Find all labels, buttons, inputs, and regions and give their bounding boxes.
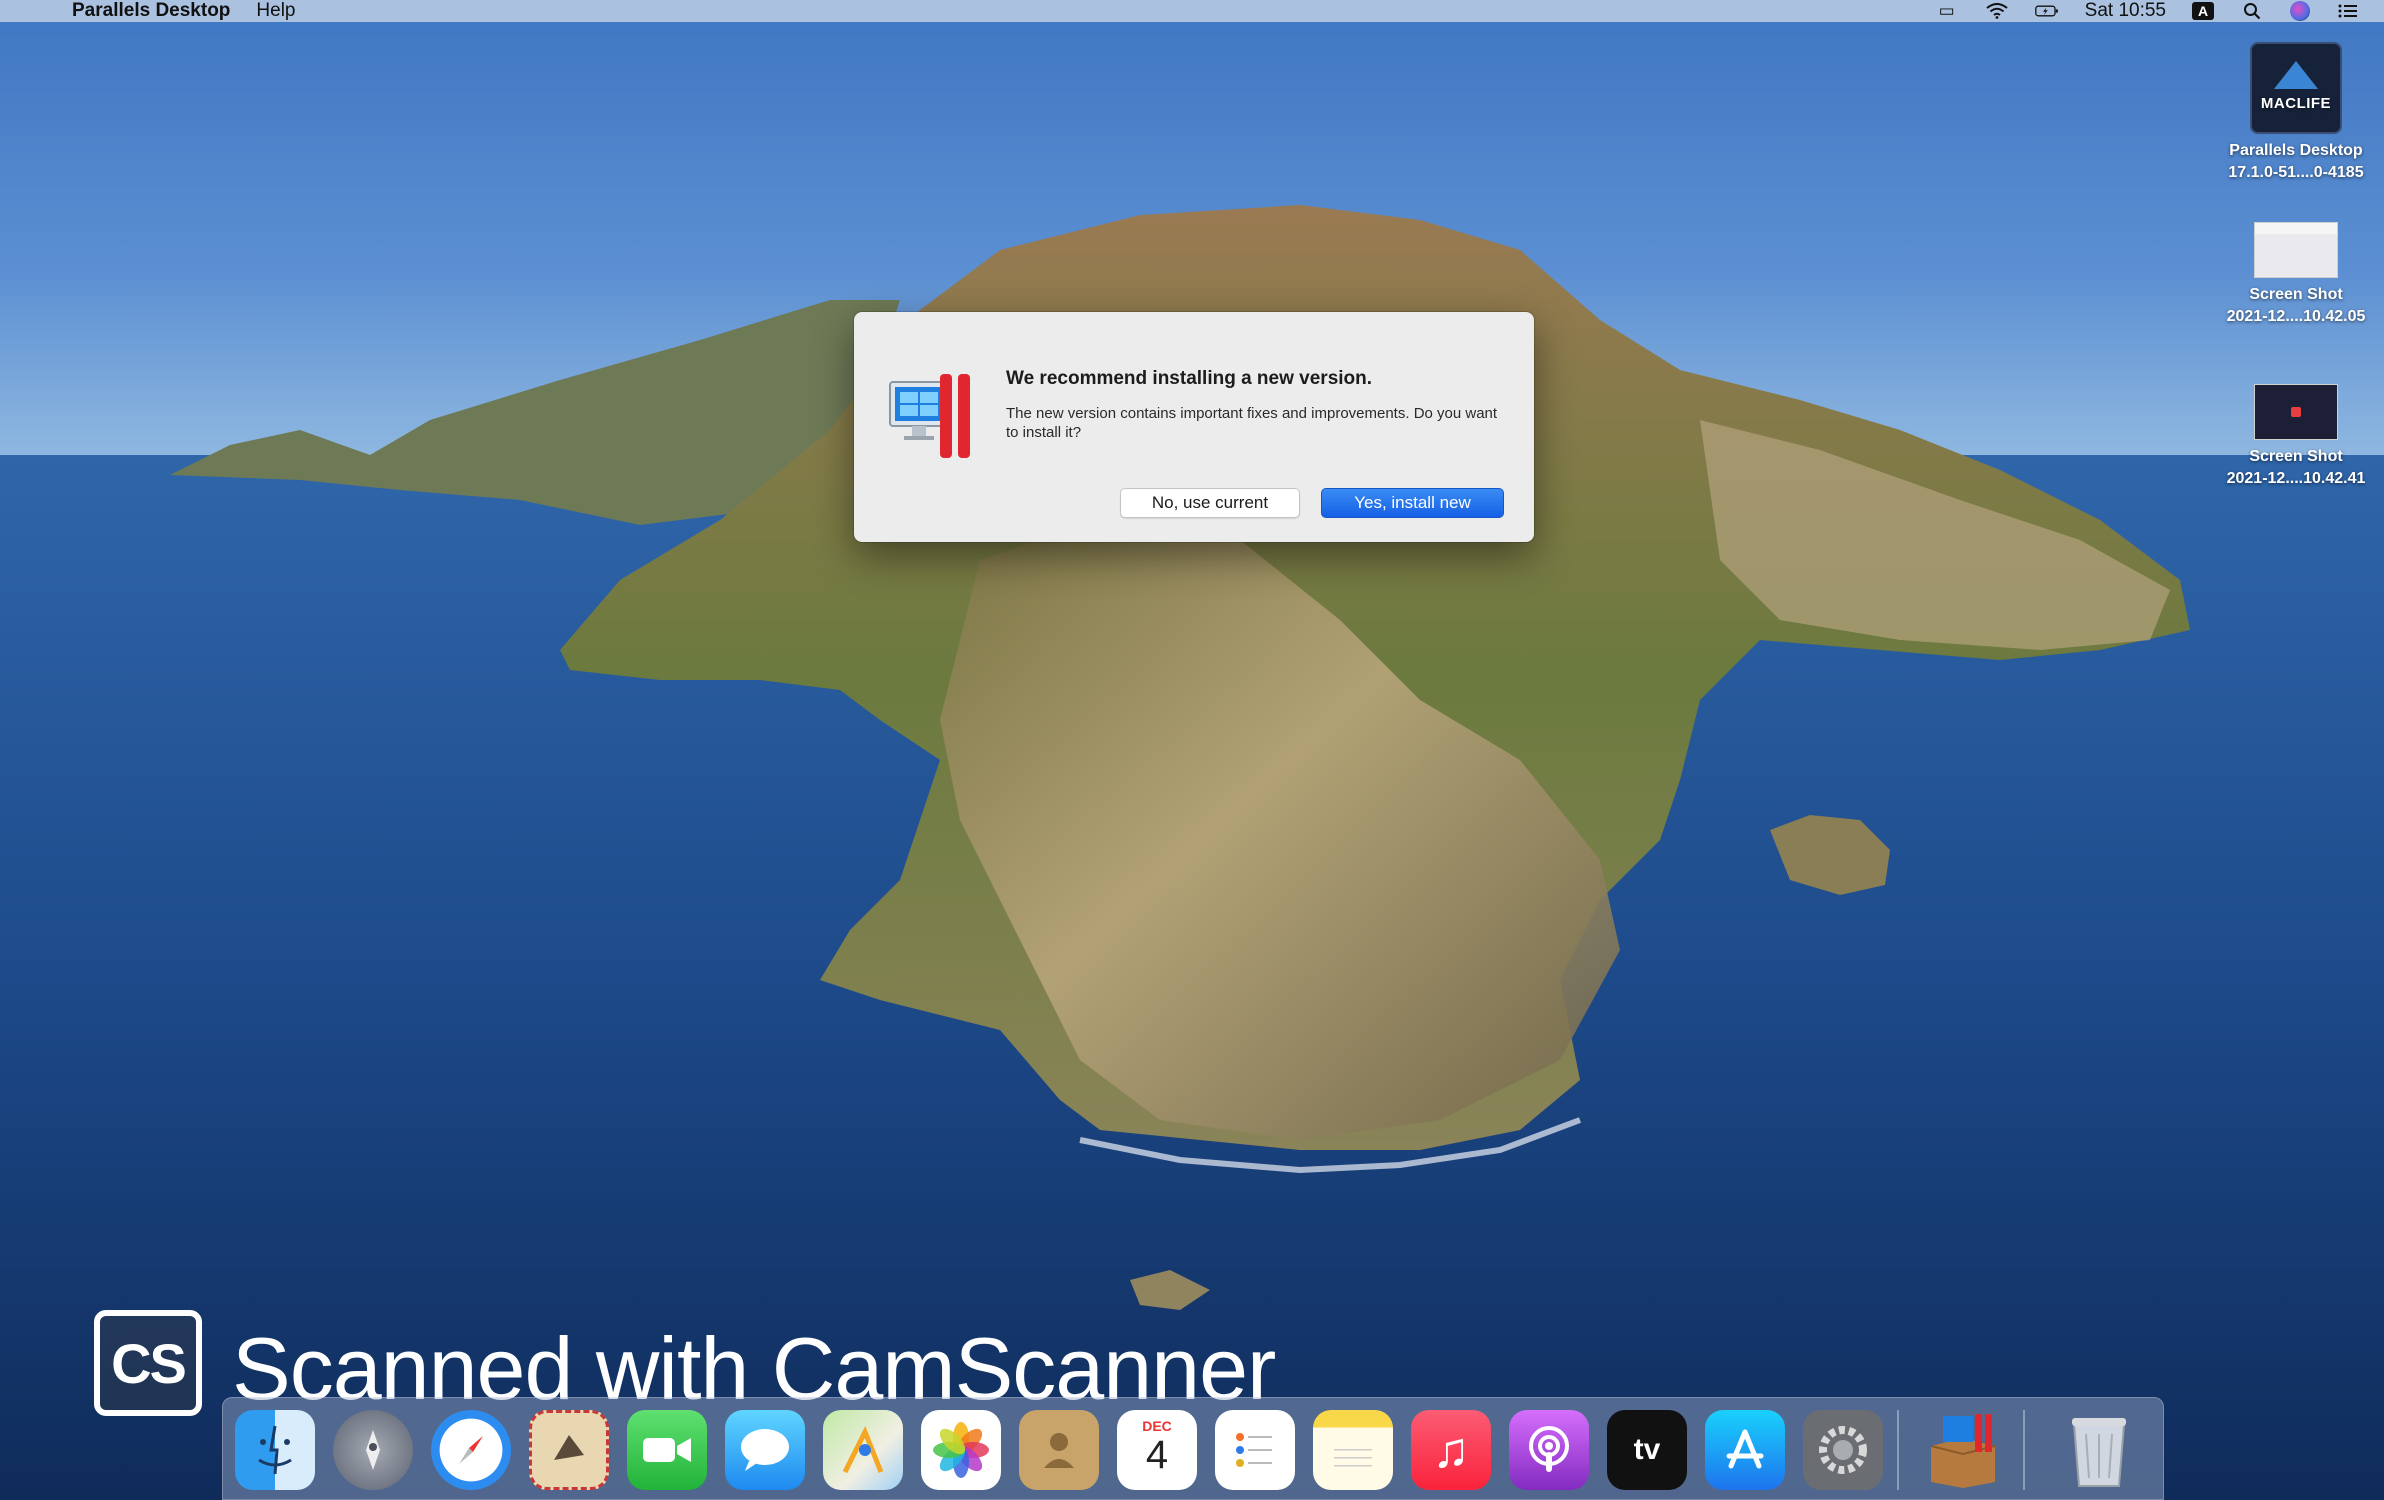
wallpaper-image [0,205,2384,1500]
desktop [0,0,2384,1500]
input-source-icon[interactable]: A [2192,2,2214,20]
messages-icon[interactable] [725,1410,805,1490]
calendar-month: DEC [1142,1418,1172,1434]
menu-clock[interactable]: Sat 10:55 [2085,0,2166,22]
desktop-item-label: Parallels Desktop [2229,142,2363,159]
spotlight-icon[interactable] [2240,2,2264,20]
reminders-icon[interactable] [1215,1410,1295,1490]
desktop-item-screenshot-1[interactable]: Screen Shot 2021-12....10.42.05 [2206,222,2384,328]
desktop-item-sublabel: 2021-12....10.42.05 [2226,308,2366,325]
dialog-message: The new version contains important fixes… [1006,405,1498,441]
screenshot-thumbnail [2254,222,2338,278]
desktop-item-screenshot-2[interactable]: Screen Shot 2021-12....10.42.41 [2206,384,2384,490]
menu-app-name[interactable]: Parallels Desktop [72,0,230,22]
siri-icon[interactable] [2290,1,2310,21]
menu-help[interactable]: Help [256,0,295,22]
calendar-icon[interactable]: DEC 4 [1117,1410,1197,1490]
status-menu-area: ▭ Sat 10:55 A [1935,0,2360,22]
desktop-item-sublabel: 2021-12....10.42.41 [2226,470,2366,487]
airplay-icon[interactable]: ▭ [1935,1,1959,20]
notes-icon[interactable] [1313,1410,1393,1490]
dialog-title: We recommend installing a new version. [1006,368,1373,389]
launchpad-icon[interactable] [333,1410,413,1490]
tv-icon[interactable]: tv [1607,1410,1687,1490]
no-use-current-button[interactable]: No, use current [1120,488,1300,518]
maclife-logo-text: MACLIFE [2260,95,2332,112]
finder-icon[interactable] [235,1410,315,1490]
camscanner-logo-text: CS [111,1331,187,1395]
parallels-installer-icon[interactable] [1923,1410,2003,1490]
yes-install-new-button[interactable]: Yes, install new [1321,488,1504,518]
menu-bar: Parallels Desktop Help ▭ Sat 10:55 A [0,0,2384,22]
app-store-icon[interactable] [1705,1410,1785,1490]
trash-icon[interactable] [2059,1410,2139,1490]
podcasts-icon[interactable] [1509,1410,1589,1490]
desktop-item-label: Screen Shot [2249,448,2343,465]
music-icon[interactable]: ♫ [1411,1410,1491,1490]
parallels-app-icon [889,374,970,458]
camscanner-logo: CS [94,1310,202,1416]
mail-icon[interactable] [529,1410,609,1490]
calendar-day: 4 [1145,1433,1169,1477]
apple-menu-icon[interactable] [24,1,42,21]
dock-separator [2023,1410,2025,1490]
tv-label: tv [1633,1433,1661,1466]
mountain-logo-icon [2274,61,2318,89]
dock: DEC 4 ♫ tv [222,1397,2164,1500]
screenshot-thumbnail [2254,384,2338,440]
update-dialog: We recommend installing a new version. T… [854,312,1534,542]
facetime-icon[interactable] [627,1410,707,1490]
desktop-item-label: Screen Shot [2249,286,2343,303]
maps-icon[interactable] [823,1410,903,1490]
wifi-icon[interactable] [1985,2,2009,20]
dock-separator [1897,1410,1899,1490]
system-preferences-icon[interactable] [1803,1410,1883,1490]
desktop-item-sublabel: 17.1.0-51....0-4185 [2228,164,2364,181]
contacts-icon[interactable] [1019,1410,1099,1490]
desktop-item-parallels-dmg[interactable]: MACLIFE Parallels Desktop 17.1.0-51....0… [2206,42,2384,184]
notification-center-icon[interactable] [2336,2,2360,20]
photos-icon[interactable] [921,1410,1001,1490]
safari-icon[interactable] [431,1410,511,1490]
battery-icon[interactable] [2034,2,2059,20]
maclife-thumbnail: MACLIFE [2250,42,2342,134]
